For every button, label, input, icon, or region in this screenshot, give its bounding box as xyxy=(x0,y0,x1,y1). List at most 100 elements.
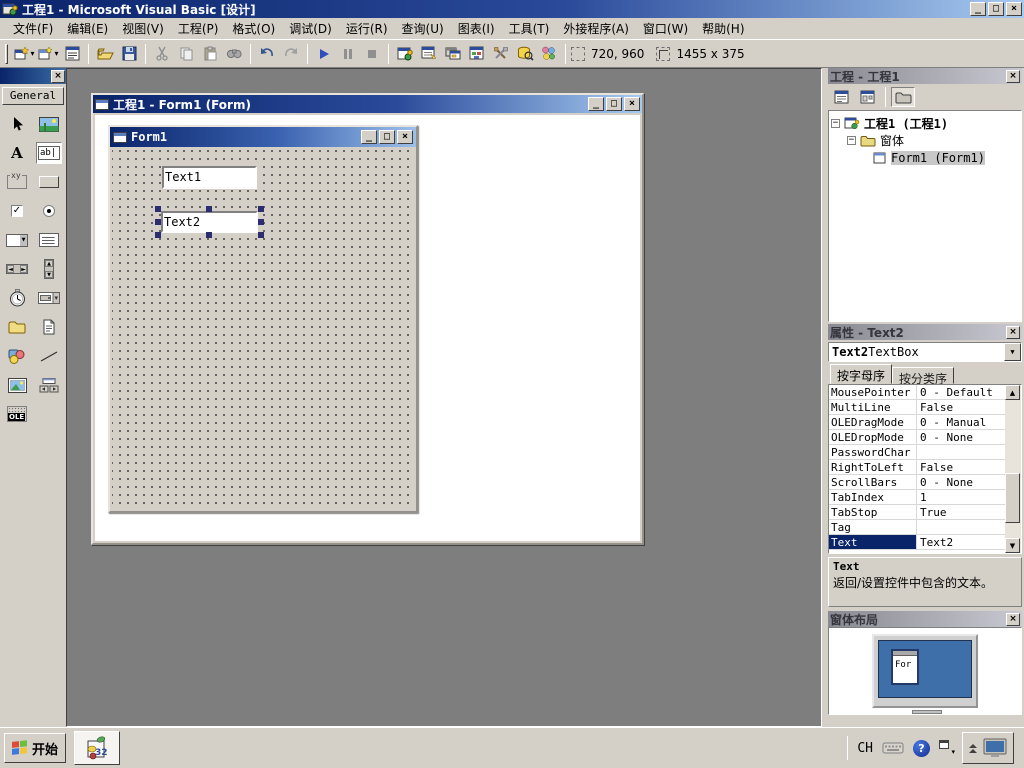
property-row[interactable]: OLEDragMode 0 - Manual xyxy=(829,415,1005,430)
tool-data[interactable] xyxy=(36,374,62,396)
resize-handle-se[interactable] xyxy=(258,232,264,238)
property-value[interactable]: True xyxy=(917,505,1005,519)
form-layout-close-icon[interactable]: × xyxy=(1006,612,1020,626)
property-value[interactable]: 0 - Default xyxy=(917,385,1005,399)
tool-line[interactable] xyxy=(36,345,62,367)
toolbox-close-icon[interactable]: × xyxy=(51,69,65,83)
property-value[interactable]: Text2 xyxy=(917,535,1005,549)
property-name[interactable]: OLEDragMode xyxy=(829,415,917,429)
property-row[interactable]: RightToLeft False xyxy=(829,460,1005,475)
property-row[interactable]: MousePointer 0 - Default xyxy=(829,385,1005,400)
vb-form-window[interactable]: Form1 _ □ × Text1 Text2 xyxy=(108,125,418,513)
tool-label[interactable]: A xyxy=(4,142,30,164)
object-selector-dropdown-icon[interactable]: ▼ xyxy=(1004,343,1021,361)
object-browser-button[interactable] xyxy=(466,43,488,65)
resize-handle-e[interactable] xyxy=(258,219,264,225)
property-value[interactable]: 0 - Manual xyxy=(917,415,1005,429)
vb-form-titlebar[interactable]: Form1 _ □ × xyxy=(110,127,416,147)
property-row[interactable]: OLEDropMode 0 - None xyxy=(829,430,1005,445)
properties-close-icon[interactable]: × xyxy=(1006,325,1020,339)
scroll-up-icon[interactable]: ▲ xyxy=(1005,385,1020,400)
start-button-run[interactable] xyxy=(313,43,335,65)
add-form-button[interactable]: ▾ xyxy=(37,43,59,65)
vb-form-close-button[interactable]: × xyxy=(397,130,413,144)
resize-handle-nw[interactable] xyxy=(155,206,161,212)
menu-item[interactable]: 外接程序(A) xyxy=(556,17,636,40)
property-name[interactable]: RightToLeft xyxy=(829,460,917,474)
end-button[interactable] xyxy=(361,43,383,65)
collapse-chevrons-icon[interactable] xyxy=(969,743,977,753)
tree-node-project[interactable]: − 工程1 (工程1) xyxy=(831,115,1019,132)
tool-ole[interactable]: OLE xyxy=(4,403,30,425)
tool-checkbox[interactable]: ✓ xyxy=(4,200,30,222)
break-button[interactable] xyxy=(337,43,359,65)
tab-alphabetic[interactable]: 按字母序 xyxy=(830,364,893,384)
designer-minimize-button[interactable]: _ xyxy=(588,97,604,111)
form-layout-window-button[interactable] xyxy=(442,43,464,65)
task-button-vb[interactable]: 32 xyxy=(74,731,120,765)
property-value[interactable]: 1 xyxy=(917,490,1005,504)
scroll-thumb[interactable] xyxy=(1005,473,1020,523)
component-manager-button[interactable] xyxy=(538,43,560,65)
resize-handle-s[interactable] xyxy=(206,232,212,238)
textbox-text1[interactable]: Text1 xyxy=(162,166,257,189)
tool-dirlistbox[interactable] xyxy=(4,316,30,338)
view-object-button[interactable] xyxy=(856,87,880,107)
property-name[interactable]: Text xyxy=(829,535,917,549)
tab-categorized[interactable]: 按分类序 xyxy=(892,367,955,386)
property-row[interactable]: TabStop True xyxy=(829,505,1005,520)
property-value[interactable]: False xyxy=(917,400,1005,414)
resize-handle-n[interactable] xyxy=(206,206,212,212)
menu-item[interactable]: 帮助(H) xyxy=(695,17,751,40)
vb-form-grid[interactable]: Text1 Text2 xyxy=(112,149,414,509)
menu-item[interactable]: 格式(O) xyxy=(225,17,282,40)
add-project-dropdown-icon[interactable]: ▾ xyxy=(30,49,34,58)
menu-item[interactable]: 编辑(E) xyxy=(60,17,115,40)
property-row[interactable]: TabIndex 1 xyxy=(829,490,1005,505)
data-view-window-button[interactable] xyxy=(514,43,536,65)
menu-item[interactable]: 视图(V) xyxy=(115,17,171,40)
restore-button[interactable]: □ xyxy=(988,2,1004,16)
start-button[interactable]: 开始 xyxy=(4,733,66,763)
property-value[interactable]: 0 - None xyxy=(917,430,1005,444)
project-titlebar[interactable]: 工程 - 工程1 × xyxy=(828,68,1022,84)
vb-form-maximize-button[interactable]: □ xyxy=(379,130,395,144)
property-row[interactable]: Text Text2 xyxy=(829,535,1005,550)
add-project-button[interactable]: ▾ xyxy=(13,43,35,65)
property-value[interactable]: 0 - None xyxy=(917,475,1005,489)
view-code-button[interactable] xyxy=(830,87,854,107)
tool-picturebox[interactable] xyxy=(36,113,62,135)
paste-button[interactable] xyxy=(199,43,221,65)
project-close-icon[interactable]: × xyxy=(1006,69,1020,83)
undo-button[interactable] xyxy=(256,43,278,65)
tool-commandbutton[interactable] xyxy=(36,171,62,193)
designer-close-button[interactable]: × xyxy=(624,97,640,111)
tool-pointer[interactable] xyxy=(4,113,30,135)
menu-item[interactable]: 窗口(W) xyxy=(636,17,695,40)
minimize-button[interactable]: _ xyxy=(970,2,986,16)
language-indicator[interactable]: CH xyxy=(857,741,873,756)
textbox-text2[interactable]: Text2 xyxy=(161,211,258,233)
property-name[interactable]: TabIndex xyxy=(829,490,917,504)
resize-handle-sw[interactable] xyxy=(155,232,161,238)
toggle-folders-button[interactable] xyxy=(891,87,915,107)
property-name[interactable]: TabStop xyxy=(829,505,917,519)
tool-frame[interactable]: xy xyxy=(4,171,30,193)
keyboard-icon[interactable] xyxy=(882,741,904,755)
resize-handle-w[interactable] xyxy=(155,219,161,225)
property-value[interactable] xyxy=(917,520,1005,534)
menu-item[interactable]: 运行(R) xyxy=(339,17,395,40)
properties-titlebar[interactable]: 属性 - Text2 × xyxy=(828,324,1022,340)
toolbox-tab-general[interactable]: General xyxy=(2,87,64,105)
redo-button[interactable] xyxy=(280,43,302,65)
project-explorer-button[interactable] xyxy=(394,43,416,65)
tree-node-form1[interactable]: Form1 (Form1) xyxy=(831,149,1019,166)
tool-vscrollbar[interactable]: ▲ ▼ xyxy=(36,258,62,280)
tool-combobox[interactable] xyxy=(4,229,30,251)
collapse-icon[interactable]: − xyxy=(831,119,840,128)
property-value[interactable]: False xyxy=(917,460,1005,474)
vb-form-minimize-button[interactable]: _ xyxy=(361,130,377,144)
menu-editor-button[interactable] xyxy=(61,43,83,65)
property-value[interactable] xyxy=(917,445,1005,459)
tool-drivelistbox[interactable] xyxy=(36,287,62,309)
